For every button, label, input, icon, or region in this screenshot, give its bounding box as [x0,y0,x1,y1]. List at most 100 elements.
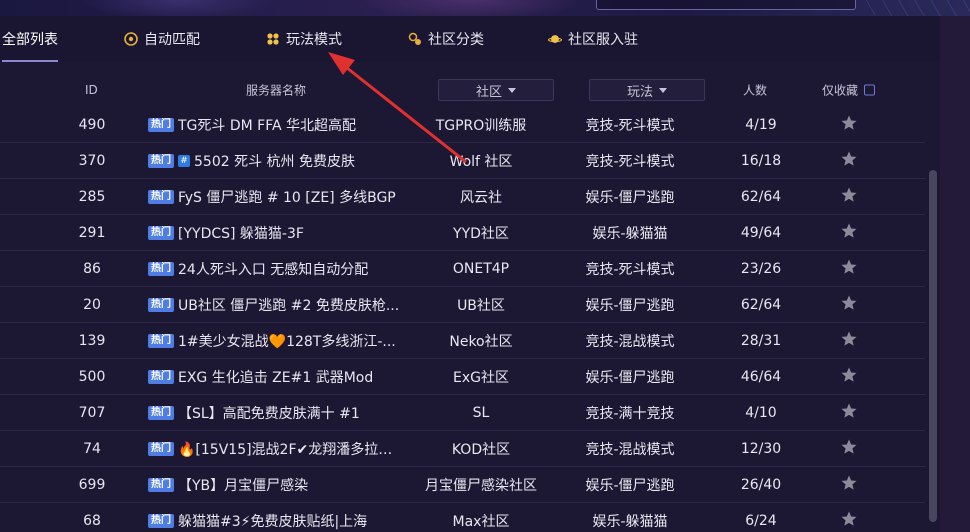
star-icon[interactable] [840,186,858,204]
row-player-count: 62/64 [740,188,782,205]
star-icon[interactable] [840,510,858,528]
star-icon[interactable] [840,330,858,348]
row-favorite[interactable] [838,150,860,172]
row-server-name: 热门 EXG 生化追击 ZE#1 武器Mod [148,367,403,387]
table-row[interactable]: 139 热门 1#美少女混战🧡128T多线浙江-... Neko社区 竞技-混战模式 28… [0,323,925,359]
server-name-text: 5502 死斗 杭州 免费皮肤 [194,153,355,170]
tab-bar: 全部列表 自动匹配 玩法模式 社区分类 社区服入驻 [0,16,940,62]
hot-badge: 热门 [148,477,174,492]
hot-badge: 热门 [148,369,174,384]
row-community: 月宝僵尸感染社区 [425,477,537,494]
table-row[interactable]: 20 热门 UB社区 僵尸逃跑 #2 免费皮肤枪... UB社区 娱乐-僵尸逃跑 62/6… [0,287,925,323]
search-input[interactable] [596,0,856,10]
row-server-name: 热门 #5502 死斗 杭州 免费皮肤 [148,151,403,171]
row-server-name: 热门 FyS 僵尸逃跑 # 10 [ZE] 多线BGP [148,187,403,207]
row-id: 291 [78,224,106,241]
star-icon[interactable] [840,438,858,456]
row-mode: 竞技-死斗模式 [585,153,675,170]
row-community: SL [472,404,490,421]
table-row[interactable]: 699 热门 【YB】月宝僵尸感染 月宝僵尸感染社区 娱乐-僵尸逃跑 26/40 [0,467,925,503]
hot-badge: 热门 [148,153,174,168]
server-name-text: 1#美少女混战🧡128T多线浙江-... [178,333,396,350]
server-name-text: [YYDCS] 躲猫猫-3F [178,225,304,242]
row-favorite[interactable] [838,222,860,244]
row-id: 20 [83,296,101,313]
table-row[interactable]: 707 热门 【SL】高配免费皮肤满十 #1 SL 竞技-满十竞技 4/10 [0,395,925,431]
community-filter-dropdown[interactable]: 社区 [438,79,554,101]
row-player-count: 26/40 [740,476,782,493]
row-server-name: 热门 TG死斗 DM FFA 华北超高配 [148,115,403,135]
row-player-count: 23/26 [740,260,782,277]
row-favorite[interactable] [838,294,860,316]
row-mode: 娱乐-僵尸逃跑 [585,189,675,206]
row-favorite[interactable] [838,510,860,532]
tab-all-list[interactable]: 全部列表 [2,16,58,62]
row-id: 68 [83,512,101,529]
row-id: 285 [78,188,106,205]
row-player-count: 62/64 [740,296,782,313]
server-name-text: FyS 僵尸逃跑 # 10 [ZE] 多线BGP [178,189,396,206]
row-mode: 竞技-死斗模式 [585,117,675,134]
row-favorite[interactable] [838,366,860,388]
row-server-name: 热门 UB社区 僵尸逃跑 #2 免费皮肤枪... [148,295,403,315]
table-row[interactable]: 68 热门 躲猫猫#3⚡免费皮肤贴纸|上海 Max社区 娱乐-躲猫猫 6/24 [0,503,925,532]
tab-auto-match[interactable]: 自动匹配 [124,16,200,62]
hot-badge: 热门 [148,333,174,348]
chevron-down-icon [659,87,667,93]
server-name-text: 24人死斗入口 无感知自动分配 [178,261,369,278]
row-mode: 娱乐-躲猫猫 [592,225,668,242]
scrollbar-thumb[interactable] [929,170,937,522]
table-row[interactable]: 500 热门 EXG 生化追击 ZE#1 武器Mod ExG社区 娱乐-僵尸逃跑 46/6… [0,359,925,395]
row-id: 86 [83,260,101,277]
table-row[interactable]: 86 热门 24人死斗入口 无感知自动分配 ONET4P 竞技-死斗模式 23/26 [0,251,925,287]
right-panel-edge [940,16,970,532]
tab-label: 自动匹配 [144,32,200,48]
row-favorite[interactable] [838,186,860,208]
hot-badge: 热门 [148,261,174,276]
row-mode: 竞技-死斗模式 [585,261,675,278]
star-icon[interactable] [840,258,858,276]
row-community: TGPRO训练服 [435,117,527,134]
table-row[interactable]: 490 热门 TG死斗 DM FFA 华北超高配 TGPRO训练服 竞技-死斗模式 4/1… [0,107,925,143]
row-player-count: 49/64 [740,224,782,241]
table-row[interactable]: 370 热门 #5502 死斗 杭州 免费皮肤 Wolf 社区 竞技-死斗模式 16/18 [0,143,925,179]
table-row[interactable]: 74 热门 🔥[15V15]混战2F✔龙翔潘多拉全... KOD社区 竞技-混战模式 12… [0,431,925,467]
server-name-text: 【YB】月宝僵尸感染 [178,477,309,494]
row-community: Max社区 [452,513,510,530]
row-community: 风云社 [460,189,502,206]
row-id: 74 [83,440,101,457]
row-server-name: 热门 [YYDCS] 躲猫猫-3F [148,223,403,243]
header-id: ID [85,83,98,97]
row-server-name: 热门 【YB】月宝僵尸感染 [148,475,403,495]
tab-community-category[interactable]: 社区分类 [408,16,484,62]
row-server-name: 热门 1#美少女混战🧡128T多线浙江-... [148,331,403,351]
row-favorite[interactable] [838,114,860,136]
tab-label: 玩法模式 [286,32,342,48]
star-icon[interactable] [840,474,858,492]
row-community: Wolf 社区 [449,153,513,170]
hot-badge: 热门 [148,117,174,132]
mode-filter-dropdown[interactable]: 玩法 [589,79,705,101]
star-icon[interactable] [840,366,858,384]
row-favorite[interactable] [838,474,860,496]
hot-badge: 热门 [148,189,174,204]
tab-label: 社区服入驻 [568,32,638,48]
star-icon[interactable] [840,114,858,132]
star-icon[interactable] [840,150,858,168]
table-row[interactable]: 291 热门 [YYDCS] 躲猫猫-3F YYD社区 娱乐-躲猫猫 49/64 [0,215,925,251]
table-row[interactable]: 285 热门 FyS 僵尸逃跑 # 10 [ZE] 多线BGP 风云社 娱乐-僵尸逃跑 6… [0,179,925,215]
tab-community-join[interactable]: 社区服入驻 [548,16,638,62]
tab-play-mode[interactable]: 玩法模式 [266,16,342,62]
row-favorite[interactable] [838,330,860,352]
row-id: 699 [78,476,106,493]
row-favorite[interactable] [838,438,860,460]
header-favorites-only: 仅收藏 [822,82,876,99]
star-icon[interactable] [840,402,858,420]
row-favorite[interactable] [838,402,860,424]
favorites-only-checkbox[interactable] [864,84,876,96]
server-name-text: EXG 生化追击 ZE#1 武器Mod [178,369,374,386]
star-icon[interactable] [840,222,858,240]
row-mode: 竞技-混战模式 [585,441,675,458]
row-favorite[interactable] [838,258,860,280]
star-icon[interactable] [840,294,858,312]
